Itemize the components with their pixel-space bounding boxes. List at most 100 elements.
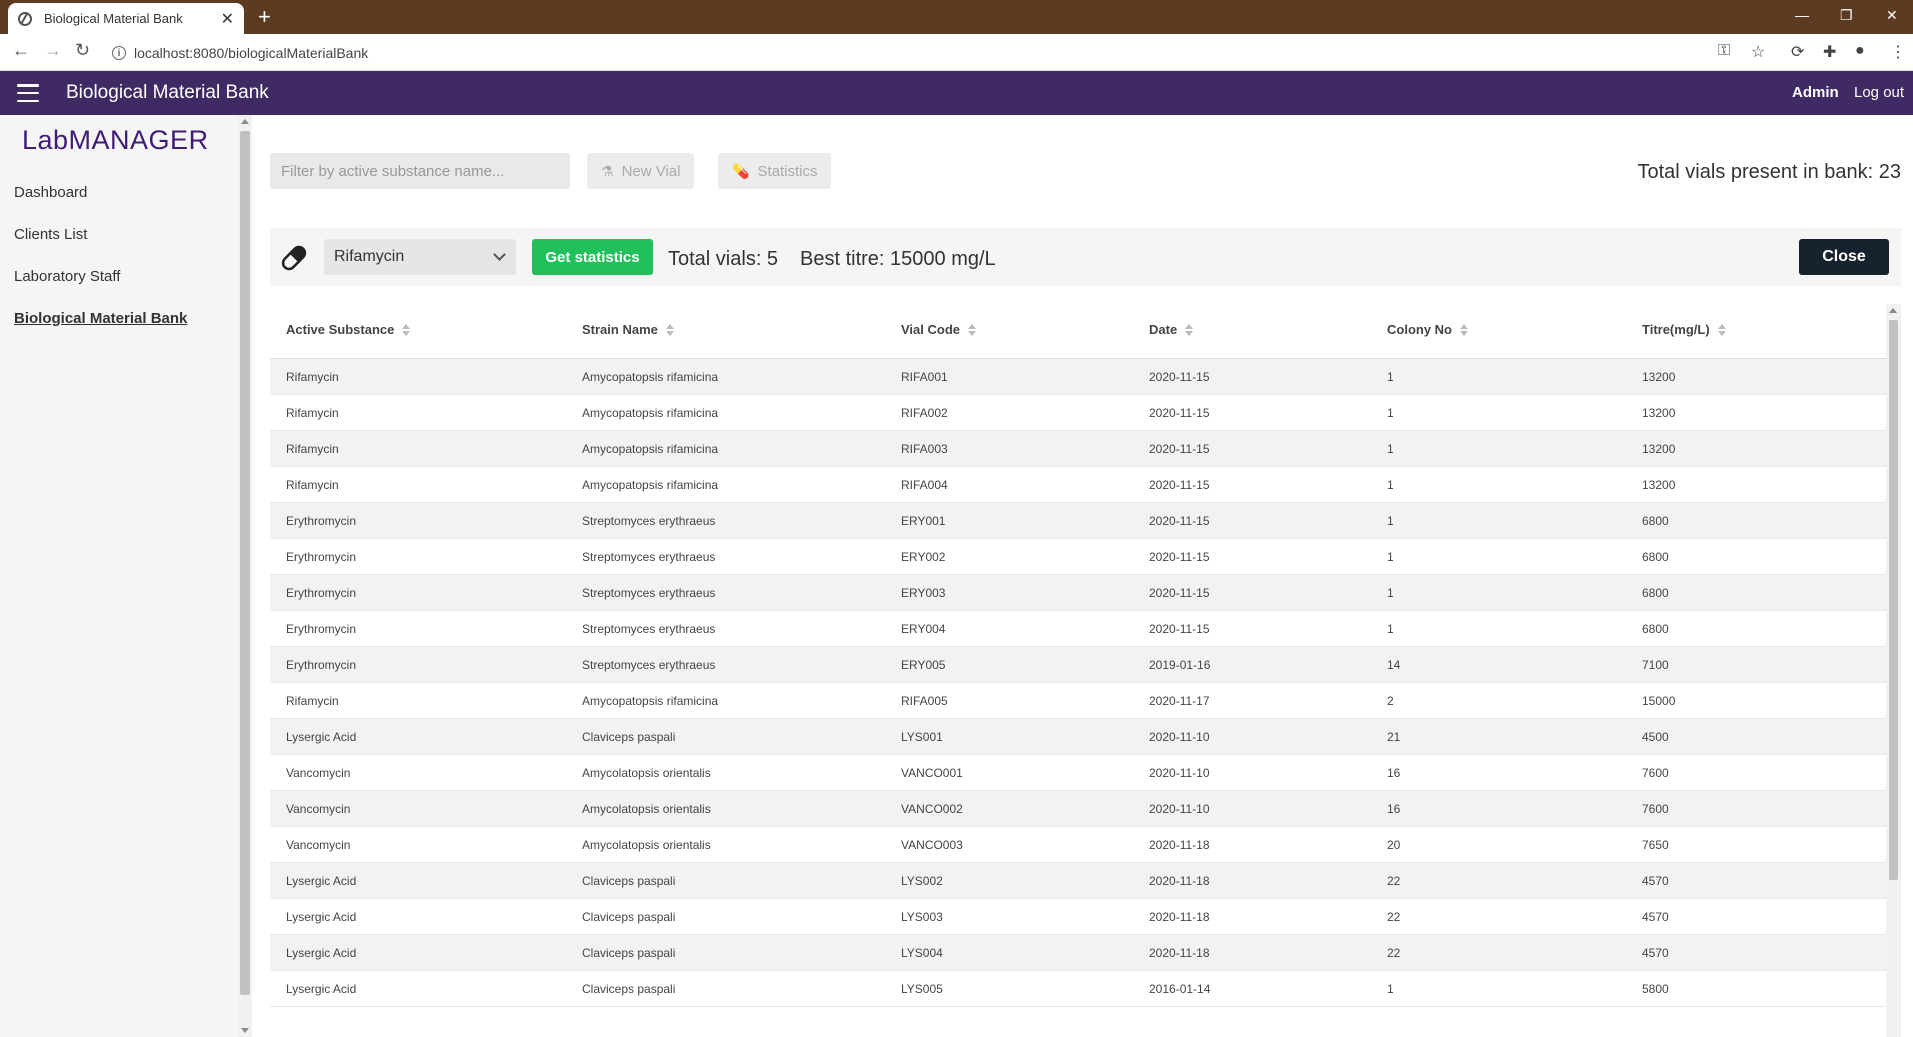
table-body: Rifamycin Amycopatopsis rifamicina RIFA001… <box>270 359 1886 1007</box>
table-row[interactable]: Vancomycin Amycolatopsis orientalis VANCO0… <box>270 827 1886 863</box>
window-close-icon[interactable]: ✕ <box>1886 4 1898 26</box>
cell-date: 2020-11-17 <box>1149 694 1210 708</box>
info-icon[interactable]: i <box>112 46 126 60</box>
table-row[interactable]: Erythromycin Streptomyces erythraeus ERY00… <box>270 503 1886 539</box>
column-header-active-substance[interactable]: Active Substance <box>286 322 411 337</box>
cell-active-substance: Rifamycin <box>286 694 339 708</box>
cell-vial-code: LYS001 <box>901 730 943 744</box>
column-header-colony-no[interactable]: Colony No <box>1387 322 1468 337</box>
column-header-strain-name[interactable]: Strain Name <box>582 322 674 337</box>
cell-date: 2020-11-18 <box>1149 946 1210 960</box>
minimize-icon[interactable]: — <box>1795 4 1809 26</box>
logout-link[interactable]: Log out <box>1854 84 1904 101</box>
substance-select[interactable]: Rifamycin <box>324 239 516 275</box>
cell-colony-no: 1 <box>1387 982 1394 996</box>
forward-icon[interactable]: → <box>44 40 62 61</box>
cell-vial-code: VANCO002 <box>901 802 963 816</box>
sidebar-item-dashboard[interactable]: Dashboard <box>14 184 87 201</box>
cell-date: 2020-11-10 <box>1149 802 1210 816</box>
table-row[interactable]: Vancomycin Amycolatopsis orientalis VANCO0… <box>270 755 1886 791</box>
cell-colony-no: 2 <box>1387 694 1394 708</box>
column-header-date[interactable]: Date <box>1149 322 1194 337</box>
sidebar-item-clients-list[interactable]: Clients List <box>14 226 87 243</box>
cell-active-substance: Vancomycin <box>286 802 351 816</box>
url-field[interactable]: i localhost:8080/biologicalMaterialBank <box>112 40 1772 66</box>
cell-strain-name: Amycolatopsis orientalis <box>582 838 711 852</box>
flask-icon: ⚗ <box>601 162 614 179</box>
cell-date: 2020-11-15 <box>1149 406 1210 420</box>
pill-icon: 💊 <box>732 162 750 179</box>
cell-titre: 4570 <box>1642 910 1669 924</box>
url-text: localhost:8080/biologicalMaterialBank <box>134 45 369 61</box>
scrollbar-thumb[interactable] <box>240 131 250 995</box>
table-row[interactable]: Rifamycin Amycopatopsis rifamicina RIFA005… <box>270 683 1886 719</box>
table-row[interactable]: Rifamycin Amycopatopsis rifamicina RIFA003… <box>270 431 1886 467</box>
table-row[interactable]: Erythromycin Streptomyces erythraeus ERY00… <box>270 575 1886 611</box>
scroll-up-icon[interactable] <box>241 119 249 124</box>
header-label: Vial Code <box>901 322 961 337</box>
back-icon[interactable]: ← <box>12 40 30 61</box>
key-icon[interactable]: ⚿ <box>1718 42 1730 60</box>
address-bar: ← → ↻ i localhost:8080/biologicalMateria… <box>0 34 1913 71</box>
new-vial-button[interactable]: ⚗ New Vial <box>587 153 695 189</box>
cell-colony-no: 1 <box>1387 586 1394 600</box>
substance-select-value: Rifamycin <box>334 248 405 265</box>
table-row[interactable]: Rifamycin Amycopatopsis rifamicina RIFA004… <box>270 467 1886 503</box>
table-row[interactable]: Rifamycin Amycopatopsis rifamicina RIFA001… <box>270 359 1886 395</box>
table-row[interactable]: Lysergic Acid Claviceps paspali LYS001 2020… <box>270 719 1886 755</box>
column-header-titre[interactable]: Titre(mg/L) <box>1642 322 1726 337</box>
column-header-vial-code[interactable]: Vial Code <box>901 322 977 337</box>
table-row[interactable]: Lysergic Acid Claviceps paspali LYS005 2016… <box>270 971 1886 1007</box>
scroll-up-icon[interactable] <box>1889 308 1897 313</box>
extensions-icon[interactable]: ✚ <box>1823 42 1836 62</box>
table-row[interactable]: Vancomycin Amycolatopsis orientalis VANCO0… <box>270 791 1886 827</box>
table-row[interactable]: Lysergic Acid Claviceps paspali LYS004 2020… <box>270 935 1886 971</box>
sort-icon <box>1185 323 1194 336</box>
cell-colony-no: 1 <box>1387 478 1394 492</box>
close-button[interactable]: Close <box>1799 239 1889 275</box>
table-row[interactable]: Erythromycin Streptomyces erythraeus ERY00… <box>270 647 1886 683</box>
header-label: Strain Name <box>582 322 658 337</box>
table-scrollbar[interactable] <box>1886 304 1901 1037</box>
new-vial-label: New Vial <box>621 162 681 180</box>
sidebar-item-laboratory-staff[interactable]: Laboratory Staff <box>14 268 120 285</box>
cell-colony-no: 16 <box>1387 802 1401 816</box>
cell-date: 2020-11-15 <box>1149 478 1210 492</box>
new-tab-icon[interactable]: + <box>258 4 271 30</box>
sync-icon[interactable]: ⟳ <box>1791 42 1804 62</box>
scroll-down-icon[interactable] <box>241 1028 249 1033</box>
cell-date: 2020-11-15 <box>1149 622 1210 636</box>
cell-colony-no: 20 <box>1387 838 1401 852</box>
browser-tab[interactable]: Biological Material Bank ✕ <box>8 3 244 34</box>
reload-icon[interactable]: ↻ <box>75 40 90 61</box>
cell-colony-no: 21 <box>1387 730 1401 744</box>
restore-icon[interactable]: ❐ <box>1840 4 1853 26</box>
sort-icon <box>665 323 674 336</box>
table-row[interactable]: Erythromycin Streptomyces erythraeus ERY00… <box>270 539 1886 575</box>
table-row[interactable]: Rifamycin Amycopatopsis rifamicina RIFA002… <box>270 395 1886 431</box>
tab-close-icon[interactable]: ✕ <box>221 9 234 29</box>
sort-icon <box>1717 323 1726 336</box>
cell-titre: 6800 <box>1642 622 1669 636</box>
cell-strain-name: Amycopatopsis rifamicina <box>582 694 719 708</box>
cell-strain-name: Amycopatopsis rifamicina <box>582 370 719 384</box>
hamburger-menu-icon[interactable] <box>17 84 39 102</box>
cell-active-substance: Rifamycin <box>286 442 339 456</box>
sidebar-scrollbar[interactable] <box>238 115 252 1037</box>
table-header: Active Substance Strain Name Vial Code D… <box>270 304 1886 359</box>
table-row[interactable]: Lysergic Acid Claviceps paspali LYS002 2020… <box>270 863 1886 899</box>
cell-titre: 6800 <box>1642 586 1669 600</box>
scrollbar-thumb[interactable] <box>1889 320 1898 880</box>
menu-icon[interactable]: ⋮ <box>1890 42 1906 62</box>
profile-icon[interactable]: ● <box>1855 42 1865 60</box>
cell-titre: 13200 <box>1642 406 1676 420</box>
cell-strain-name: Amycolatopsis orientalis <box>582 802 711 816</box>
cell-vial-code: VANCO001 <box>901 766 963 780</box>
star-icon[interactable]: ☆ <box>1751 42 1765 62</box>
filter-input[interactable] <box>270 153 570 189</box>
statistics-button[interactable]: 💊 Statistics <box>718 153 832 189</box>
sidebar-item-biological-material-bank[interactable]: Biological Material Bank <box>14 310 187 327</box>
table-row[interactable]: Lysergic Acid Claviceps paspali LYS003 2020… <box>270 899 1886 935</box>
table-row[interactable]: Erythromycin Streptomyces erythraeus ERY00… <box>270 611 1886 647</box>
get-statistics-button[interactable]: Get statistics <box>532 239 653 275</box>
